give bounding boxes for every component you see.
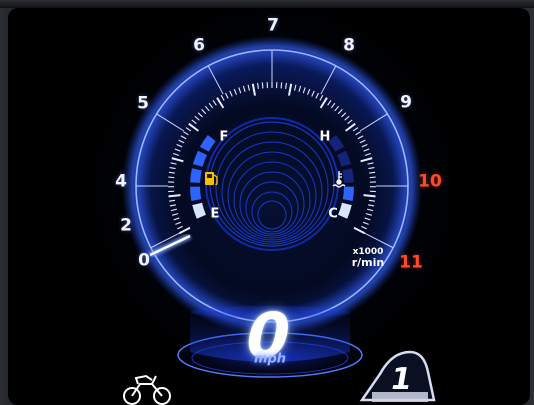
tach-label-10: 10 <box>418 171 442 192</box>
tach-label-9: 9 <box>400 92 412 113</box>
tach-tick <box>261 82 264 89</box>
fuel-full-label: F <box>219 129 229 145</box>
temp-cold-label: C <box>328 206 338 222</box>
temp-segment <box>342 168 354 183</box>
tach-tick <box>280 82 283 89</box>
tach-tick <box>168 194 181 198</box>
motorcycle-icon <box>123 374 171 405</box>
tach-tick <box>369 171 376 174</box>
tach-label-2: 2 <box>120 215 132 236</box>
tach-label-11: 11 <box>399 252 423 273</box>
tach-label-6: 6 <box>193 35 205 56</box>
speed-unit: mph <box>252 351 288 367</box>
tach-tick <box>168 171 175 174</box>
fuel-segment <box>190 168 202 183</box>
tach-tick <box>369 176 376 179</box>
rpm-unit-label: x1000 r/min <box>351 247 385 270</box>
tach-tick <box>363 194 376 198</box>
fuel-segment <box>190 186 202 201</box>
rpm-unit: r/min <box>351 256 385 270</box>
tach-tick <box>168 176 175 179</box>
tach-label-4: 4 <box>115 171 127 192</box>
tach-label-0: 0 <box>138 250 150 271</box>
fuel-empty-label: E <box>210 206 220 222</box>
tach-label-8: 8 <box>343 35 355 56</box>
temp-hot-label: H <box>319 129 331 145</box>
tach-label-5: 5 <box>137 93 149 114</box>
temp-segment <box>342 186 354 201</box>
tach-label-7: 7 <box>267 15 279 36</box>
